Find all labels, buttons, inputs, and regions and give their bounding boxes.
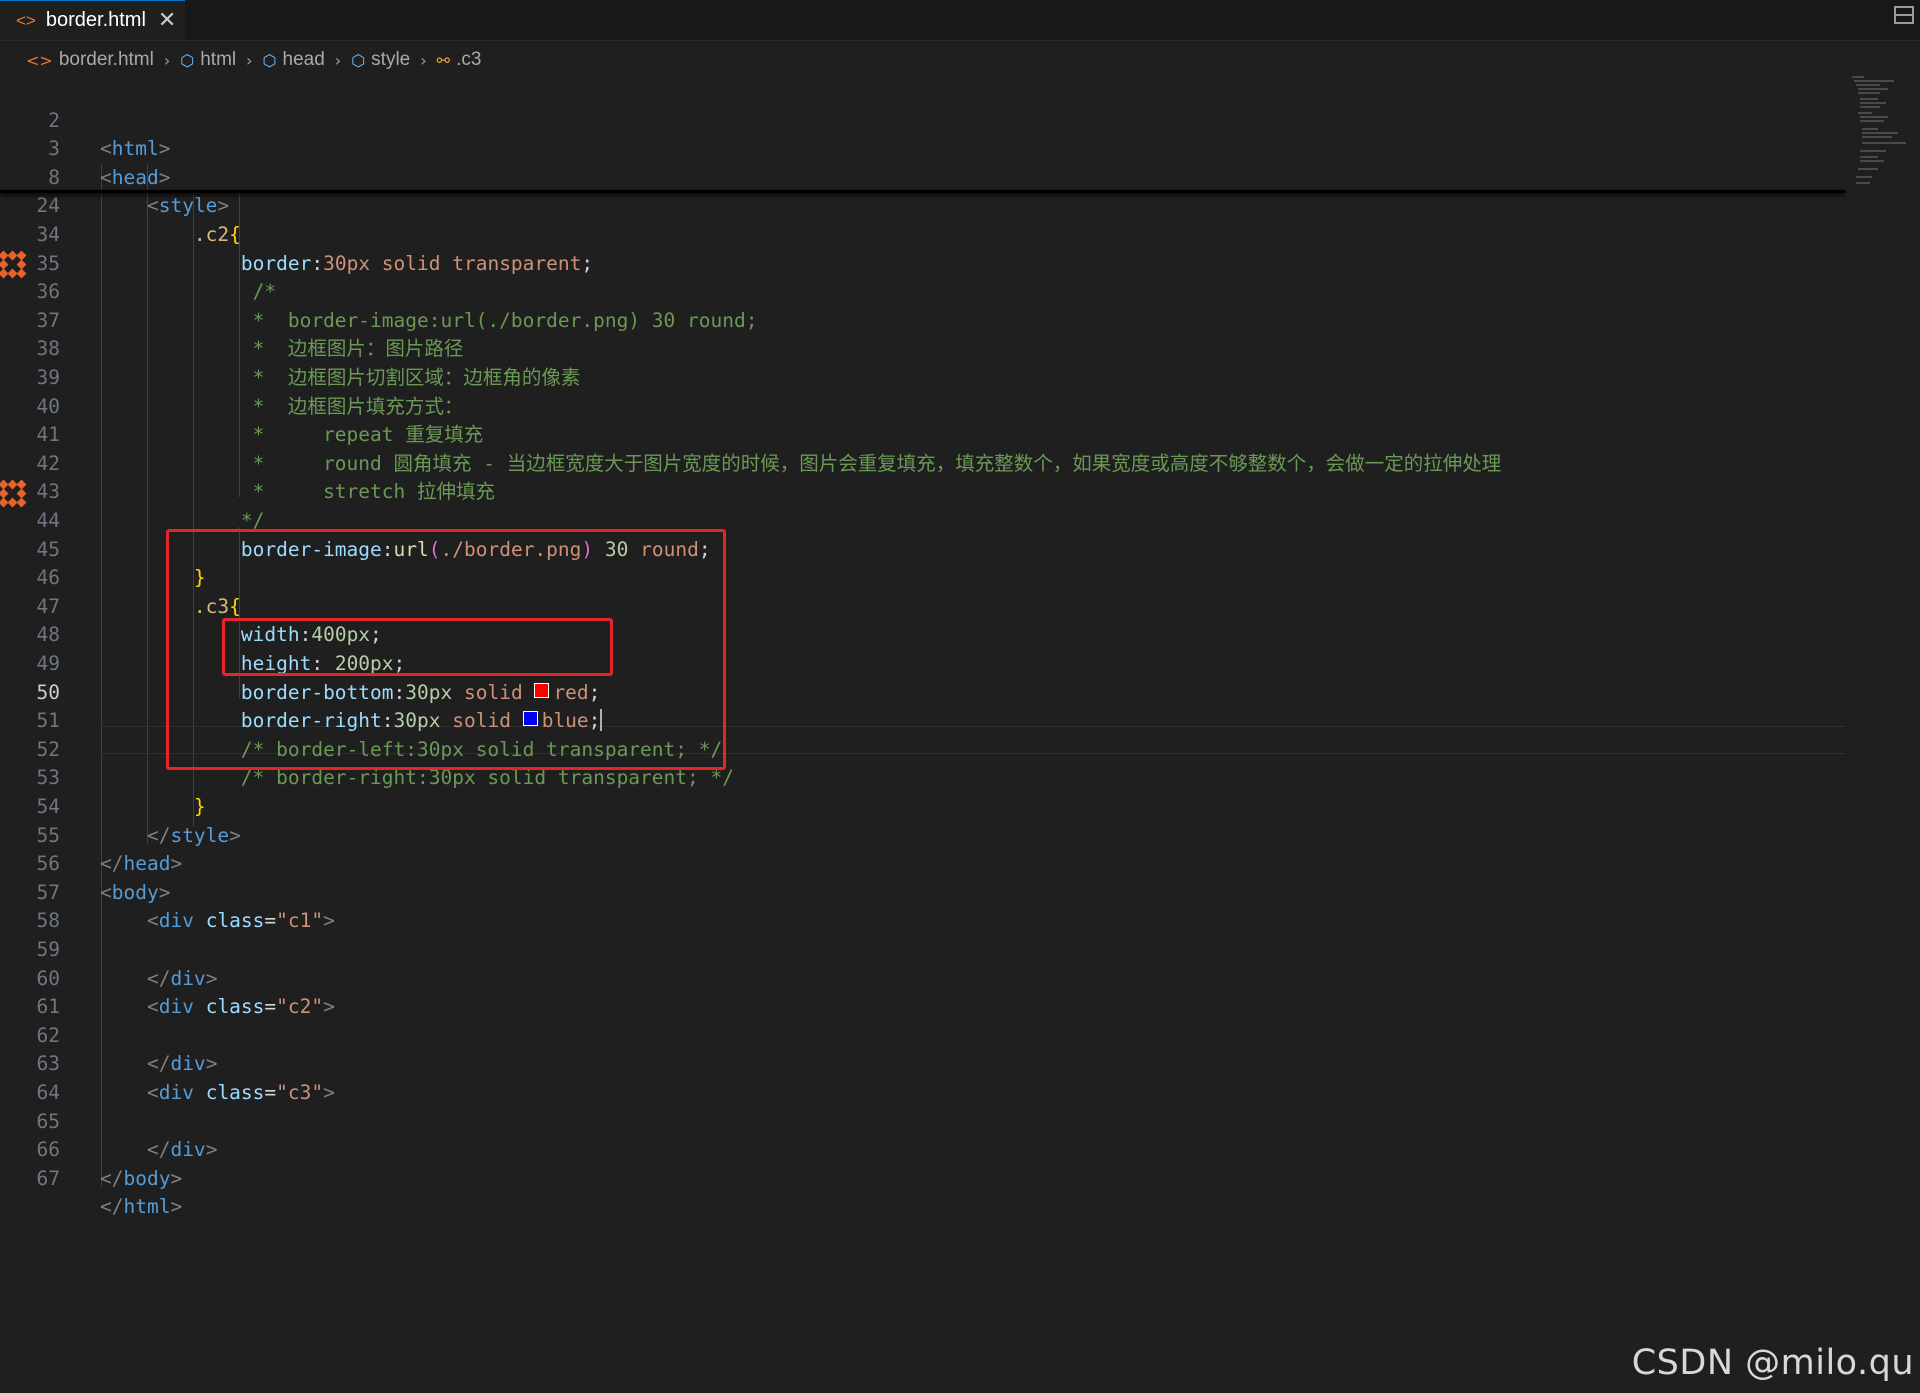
tab-border-html[interactable]: <> border.html ✕ bbox=[0, 0, 185, 40]
code-line: 60 <div class="c2"> bbox=[36, 966, 335, 1019]
code-line: 3 <head> bbox=[48, 137, 171, 189]
code-line: 66 </body> bbox=[36, 1138, 183, 1190]
element-cube-icon: ⬡ bbox=[180, 50, 195, 70]
breadcrumb-file[interactable]: <> border.html bbox=[26, 49, 154, 71]
tab-title: border.html bbox=[45, 9, 146, 31]
code-line: 62 </div> bbox=[36, 1023, 218, 1076]
minimap[interactable] bbox=[1850, 72, 1910, 212]
code-line: 37 * 边框图片：图片路径 bbox=[36, 308, 464, 361]
code-line: 67 </html> bbox=[36, 1166, 183, 1219]
code-line: 41 * round 圆角填充 - 当边框宽度大于图片宽度的时候，图片会重复填充… bbox=[36, 423, 1502, 475]
code-line: 38 * 边框图片切割区域：边框角的像素 bbox=[36, 337, 581, 389]
breadcrumb: <> border.html › ⬡ html › ⬡ head › ⬡ sty… bbox=[26, 46, 481, 74]
code-line: 58 bbox=[36, 909, 60, 933]
tab-bar: <> border.html ✕ bbox=[0, 0, 1920, 41]
html-file-icon: <> bbox=[16, 10, 36, 30]
css-selector-icon: ⚯ bbox=[436, 50, 451, 70]
element-cube-icon: ⬡ bbox=[351, 50, 366, 70]
watermark-text: CSDN @milo.qu bbox=[1631, 1343, 1914, 1383]
chevron-right-icon: › bbox=[334, 50, 342, 70]
code-line: 61 bbox=[36, 995, 60, 1019]
chevron-right-icon: › bbox=[246, 50, 253, 70]
chevron-right-icon: › bbox=[163, 50, 171, 70]
code-line: 8 <style> bbox=[48, 165, 230, 218]
chevron-right-icon: › bbox=[420, 50, 427, 70]
code-line: 55 </head> bbox=[36, 823, 183, 876]
code-line: 24 .c2{ bbox=[36, 194, 241, 246]
element-cube-icon: ⬡ bbox=[262, 50, 277, 70]
code-line: 39 * 边框图片填充方式： bbox=[36, 365, 464, 418]
image-preview-icon[interactable] bbox=[0, 250, 27, 279]
image-preview-icon[interactable] bbox=[0, 479, 27, 508]
breadcrumb-c3[interactable]: ⚯ .c3 bbox=[437, 49, 482, 71]
annotation-box-border-lines bbox=[222, 618, 613, 676]
html-file-icon: <> bbox=[26, 50, 53, 70]
code-line: 40 * repeat 重复填充 bbox=[36, 394, 484, 447]
code-line: 36 * border-image:url(./border.png) 30 r… bbox=[36, 280, 758, 332]
code-line: 34 border:30px solid transparent; bbox=[36, 222, 594, 275]
code-line: 35 /* bbox=[36, 251, 277, 304]
code-line: 65 </div> bbox=[36, 1109, 218, 1162]
close-icon[interactable]: ✕ bbox=[158, 8, 176, 33]
code-line: 2 <html> bbox=[48, 108, 171, 161]
code-line: 64 bbox=[36, 1080, 60, 1104]
breadcrumb-head[interactable]: ⬡ head bbox=[263, 49, 325, 71]
split-editor-icon[interactable] bbox=[1894, 6, 1914, 24]
code-line: 56 <body> bbox=[36, 852, 171, 904]
breadcrumb-style[interactable]: ⬡ style bbox=[351, 49, 410, 71]
code-line: 57 <div class="c1"> bbox=[36, 880, 335, 933]
code-line: 63 <div class="c3"> bbox=[36, 1052, 335, 1104]
code-line: 59 </div> bbox=[36, 937, 218, 990]
code-line: 43 */ bbox=[36, 480, 265, 532]
breadcrumb-html[interactable]: ⬡ html bbox=[180, 49, 236, 71]
code-line: 42 * stretch 拉伸填充 bbox=[36, 451, 495, 504]
code-line: 44 border-image:url(./border.png) 30 rou… bbox=[36, 508, 711, 561]
